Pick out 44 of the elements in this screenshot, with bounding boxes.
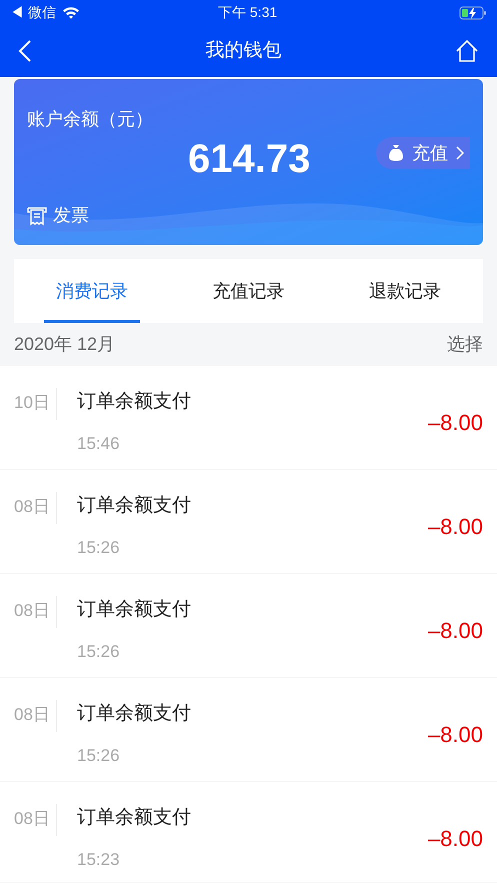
chevron-right-icon bbox=[456, 146, 464, 160]
record-title: 订单余额支付 bbox=[77, 494, 192, 518]
balance-amount: 614.73 bbox=[188, 139, 310, 179]
record-amount: –8.00 bbox=[428, 513, 483, 541]
balance-label: 账户余额（元） bbox=[27, 108, 153, 131]
record-row[interactable]: 08日 订单余额支付 15:26 –8.00 bbox=[0, 678, 497, 781]
back-icon[interactable] bbox=[18, 39, 32, 63]
record-day: 08日 bbox=[14, 806, 56, 832]
back-to-app-link[interactable]: ◀ 微信 bbox=[10, 2, 56, 23]
record-title: 订单余额支付 bbox=[77, 598, 192, 622]
record-amount: –8.00 bbox=[428, 617, 483, 645]
record-row[interactable]: 08日 订单余额支付 15:26 –8.00 bbox=[0, 470, 497, 573]
record-time: 15:26 bbox=[77, 640, 121, 662]
record-time: 15:23 bbox=[77, 848, 121, 870]
invoice-link[interactable]: 发票 bbox=[53, 202, 89, 229]
record-amount: –8.00 bbox=[428, 721, 483, 749]
record-amount: –8.00 bbox=[428, 409, 483, 437]
tab[interactable]: 消费记录 bbox=[44, 259, 140, 323]
tab[interactable]: 退款记录 bbox=[356, 259, 453, 323]
wifi-icon bbox=[62, 6, 80, 19]
record-time: 15:46 bbox=[77, 432, 121, 454]
record-day: 08日 bbox=[14, 598, 56, 624]
status-time: 下午 5:31 bbox=[218, 3, 278, 22]
record-row[interactable]: 08日 订单余额支付 15:26 –8.00 bbox=[0, 574, 497, 677]
select-link[interactable]: 选择 bbox=[447, 331, 483, 358]
record-day: 08日 bbox=[14, 494, 56, 520]
record-row[interactable]: 08日 订单余额支付 15:23 –8.00 bbox=[0, 782, 497, 882]
record-amount: –8.00 bbox=[428, 825, 483, 853]
record-day: 10日 bbox=[14, 390, 56, 416]
record-time: 15:26 bbox=[77, 536, 121, 558]
record-time: 15:26 bbox=[77, 744, 121, 766]
record-row[interactable]: 10日 订单余额支付 15:46 –8.00 bbox=[0, 366, 497, 469]
month-label: 2020年 12月 bbox=[14, 333, 116, 356]
receipt-icon bbox=[27, 206, 47, 226]
battery-charging-icon bbox=[459, 6, 487, 20]
tab[interactable]: 充值记录 bbox=[200, 259, 296, 323]
recharge-button[interactable]: 充值 bbox=[376, 137, 470, 169]
home-icon[interactable] bbox=[455, 39, 479, 63]
record-title: 订单余额支付 bbox=[77, 702, 192, 726]
record-title: 订单余额支付 bbox=[77, 806, 192, 830]
record-title: 订单余额支付 bbox=[77, 390, 192, 414]
money-bag-icon bbox=[388, 144, 404, 162]
record-day: 08日 bbox=[14, 702, 56, 728]
page-title: 我的钱包 bbox=[206, 38, 282, 63]
